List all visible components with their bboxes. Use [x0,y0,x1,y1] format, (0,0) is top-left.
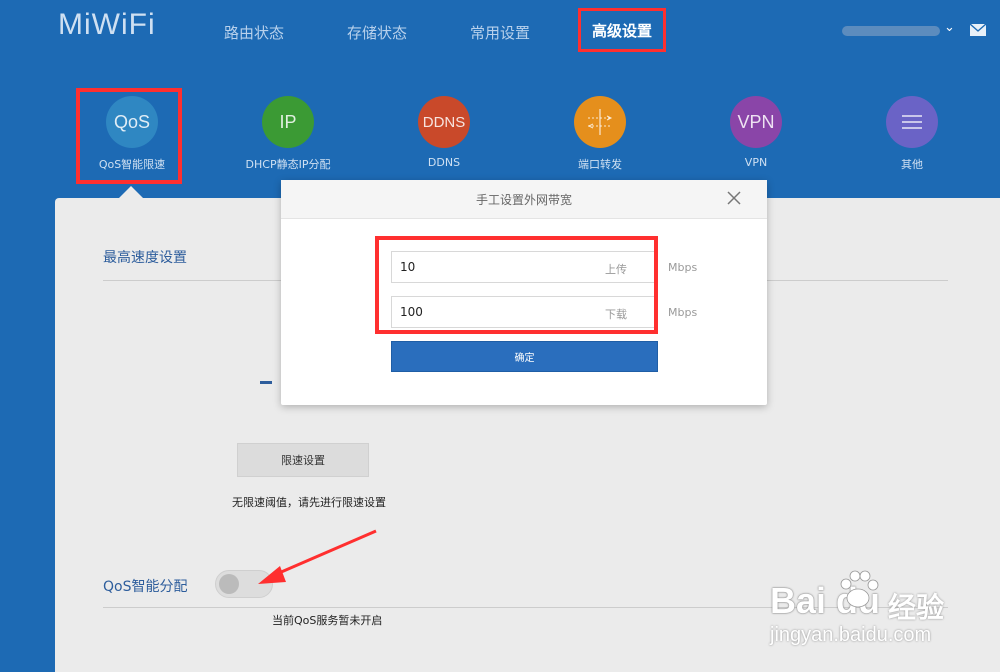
feature-vpn[interactable]: VPN VPN [696,96,816,169]
modal-title: 手工设置外网带宽 [281,180,767,219]
feature-ddns[interactable]: DDNS DDNS [384,96,504,169]
download-unit: Mbps [668,306,698,319]
qos-status-text: 当前QoS服务暂未开启 [272,614,383,627]
speed-placeholder-dash [260,381,272,384]
ddns-icon: DDNS [418,96,470,148]
feature-port-forward-label: 端口转发 [578,158,622,171]
miwifi-logo: MiWiFi [58,8,156,41]
mail-icon[interactable] [970,24,986,36]
qos-icon: QoS [106,96,158,148]
confirm-button[interactable]: 确定 [391,341,658,372]
nav-storage-status[interactable]: 存储状态 [347,22,407,43]
feature-dhcp-label: DHCP静态IP分配 [245,158,331,171]
close-icon[interactable] [726,190,742,206]
feature-other[interactable]: 其他 [852,96,972,172]
feature-qos[interactable]: QoS QoS智能限速 [72,96,192,172]
menu-icon [886,96,938,148]
qos-allocation-title: QoS智能分配 [103,579,188,595]
limit-settings-button[interactable]: 限速设置 [237,443,369,477]
input-highlight-box [375,236,658,334]
upload-unit: Mbps [668,261,698,274]
qos-toggle-knob [219,574,239,594]
qos-toggle[interactable] [215,570,273,598]
panel-pointer [119,186,143,198]
nav-advanced-settings[interactable]: 高级设置 [578,8,666,52]
nav-common-settings[interactable]: 常用设置 [470,22,530,43]
feature-qos-label: QoS智能限速 [98,158,166,171]
nav-router-status[interactable]: 路由状态 [224,22,284,43]
feature-ddns-label: DDNS [427,156,461,169]
limit-tip-text: 无限速阈值，请先进行限速设置 [232,496,386,509]
nav-advanced-label: 高级设置 [591,21,652,40]
watermark-url: jingyan.baidu.com [770,624,932,646]
watermark-jingyan-text: 经验 [888,591,945,624]
user-account-name-blurred[interactable] [842,26,940,36]
feature-dhcp[interactable]: IP DHCP静态IP分配 [228,96,348,172]
baidu-paw-icon [840,570,879,608]
port-forward-icon [574,96,626,148]
bandwidth-modal: 手工设置外网带宽 10 上传 Mbps 100 下载 Mbps 确定 [281,180,767,405]
vpn-icon: VPN [730,96,782,148]
ip-icon: IP [262,96,314,148]
feature-other-label: 其他 [901,158,923,171]
section-title-max-speed: 最高速度设置 [103,250,187,266]
chevron-down-icon[interactable]: ⌄ [944,20,955,35]
feature-port-forward[interactable]: 端口转发 [540,96,660,172]
feature-vpn-label: VPN [744,156,768,169]
